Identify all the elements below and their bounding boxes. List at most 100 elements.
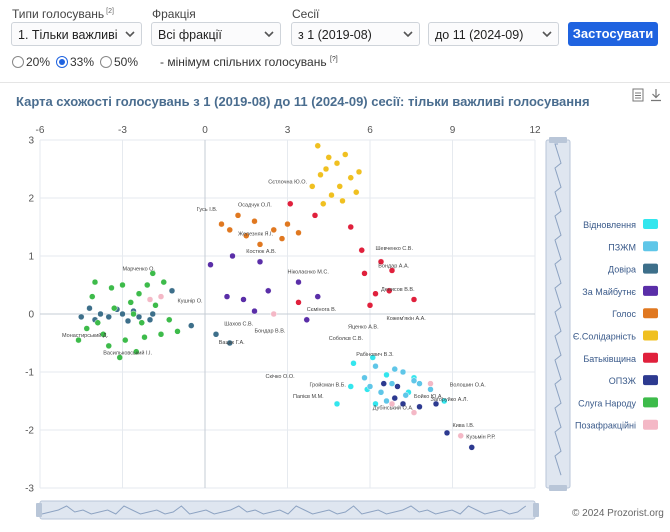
data-point[interactable] [317, 171, 324, 179]
data-point[interactable] [256, 241, 264, 248]
data-point[interactable] [141, 333, 148, 341]
data-point[interactable] [138, 319, 145, 326]
data-point[interactable] [146, 296, 154, 303]
data-point[interactable] [355, 168, 363, 176]
navigator-handle-left[interactable] [36, 503, 42, 517]
legend-swatch[interactable] [643, 352, 658, 363]
data-point[interactable] [284, 220, 291, 228]
data-point[interactable] [157, 331, 165, 338]
data-point[interactable] [212, 331, 220, 338]
data-point[interactable] [333, 400, 341, 408]
download-icon[interactable] [650, 88, 662, 102]
data-point[interactable] [314, 142, 321, 150]
data-point[interactable] [416, 380, 423, 387]
data-point[interactable] [377, 389, 385, 396]
data-point[interactable] [383, 371, 390, 379]
data-point[interactable] [394, 383, 401, 390]
data-point[interactable] [388, 380, 396, 387]
data-point[interactable] [347, 223, 354, 231]
data-point[interactable] [108, 284, 115, 292]
data-point[interactable] [347, 174, 354, 181]
data-point[interactable] [366, 302, 374, 309]
legend-swatch[interactable] [643, 330, 658, 341]
legend-label[interactable]: Є.Солідарність [573, 332, 636, 342]
data-point[interactable] [380, 380, 387, 387]
navigator-handle-bottom[interactable] [549, 485, 567, 491]
legend-swatch[interactable] [643, 241, 658, 252]
legend-label[interactable]: ПЗЖМ [608, 242, 636, 252]
data-point[interactable] [127, 299, 134, 306]
data-point[interactable] [468, 444, 475, 451]
legend-label[interactable]: Довіра [608, 265, 636, 275]
data-point[interactable] [135, 290, 143, 297]
data-point[interactable] [336, 183, 343, 190]
data-point[interactable] [86, 304, 93, 312]
data-point[interactable] [97, 310, 104, 318]
data-point[interactable] [188, 322, 195, 329]
legend-label[interactable]: За Майбутнє [582, 287, 636, 297]
threshold-radio-50[interactable]: 50% [100, 55, 138, 69]
data-point[interactable] [333, 159, 341, 167]
data-point[interactable] [223, 293, 231, 300]
data-point[interactable] [152, 302, 159, 309]
data-point[interactable] [119, 281, 126, 289]
data-point[interactable] [347, 383, 354, 390]
data-point[interactable] [105, 313, 112, 321]
data-point[interactable] [226, 226, 233, 234]
horizontal-navigator[interactable] [39, 500, 536, 520]
data-point[interactable] [391, 394, 398, 402]
data-point[interactable] [443, 429, 451, 437]
data-point[interactable] [391, 365, 398, 373]
data-point[interactable] [314, 293, 321, 300]
apply-button[interactable]: Застосувати [568, 22, 658, 46]
navigator-handle-top[interactable] [549, 137, 567, 143]
data-point[interactable] [295, 299, 302, 306]
data-point[interactable] [168, 287, 176, 295]
faction-select[interactable]: Всі фракції [151, 22, 281, 46]
data-point[interactable] [146, 316, 154, 324]
data-point[interactable] [278, 235, 286, 242]
data-point[interactable] [270, 310, 277, 318]
data-point[interactable] [427, 386, 434, 393]
data-point[interactable] [229, 252, 236, 260]
data-point[interactable] [372, 290, 379, 297]
data-point[interactable] [122, 336, 129, 344]
data-point[interactable] [144, 281, 151, 289]
data-point[interactable] [353, 188, 360, 196]
data-point[interactable] [399, 368, 407, 376]
data-point[interactable] [105, 342, 112, 350]
data-point[interactable] [83, 325, 90, 332]
legend-swatch[interactable] [643, 308, 658, 319]
data-point[interactable] [342, 151, 349, 158]
data-point[interactable] [130, 310, 137, 318]
legend-label[interactable]: Позафракційні [575, 421, 636, 431]
data-point[interactable] [303, 316, 310, 324]
session-from-select[interactable]: з 1 (2019-08) [291, 22, 420, 46]
data-point[interactable] [320, 200, 327, 208]
data-point[interactable] [361, 374, 368, 382]
data-point[interactable] [410, 377, 418, 384]
data-point[interactable] [328, 191, 335, 199]
legend-label[interactable]: ОПЗЖ [609, 376, 637, 386]
data-point[interactable] [410, 296, 418, 303]
data-point[interactable] [135, 313, 143, 321]
data-point[interactable] [361, 270, 368, 277]
data-point[interactable] [402, 391, 409, 399]
data-point[interactable] [427, 380, 434, 387]
navigator-handle-right[interactable] [533, 503, 539, 517]
data-point[interactable] [124, 317, 132, 325]
data-point[interactable] [265, 287, 272, 295]
legend-label[interactable]: Батьківщина [583, 354, 636, 364]
data-point[interactable] [295, 278, 302, 286]
data-point[interactable] [89, 293, 96, 300]
legend-swatch[interactable] [643, 219, 658, 229]
legend-label[interactable]: Відновлення [583, 220, 636, 230]
data-point[interactable] [457, 432, 464, 440]
data-point[interactable] [311, 212, 319, 219]
data-point[interactable] [256, 258, 264, 266]
data-point[interactable] [309, 183, 316, 190]
data-point[interactable] [234, 212, 242, 219]
data-point[interactable] [358, 246, 365, 254]
data-point[interactable] [94, 319, 101, 326]
data-point[interactable] [78, 313, 85, 321]
